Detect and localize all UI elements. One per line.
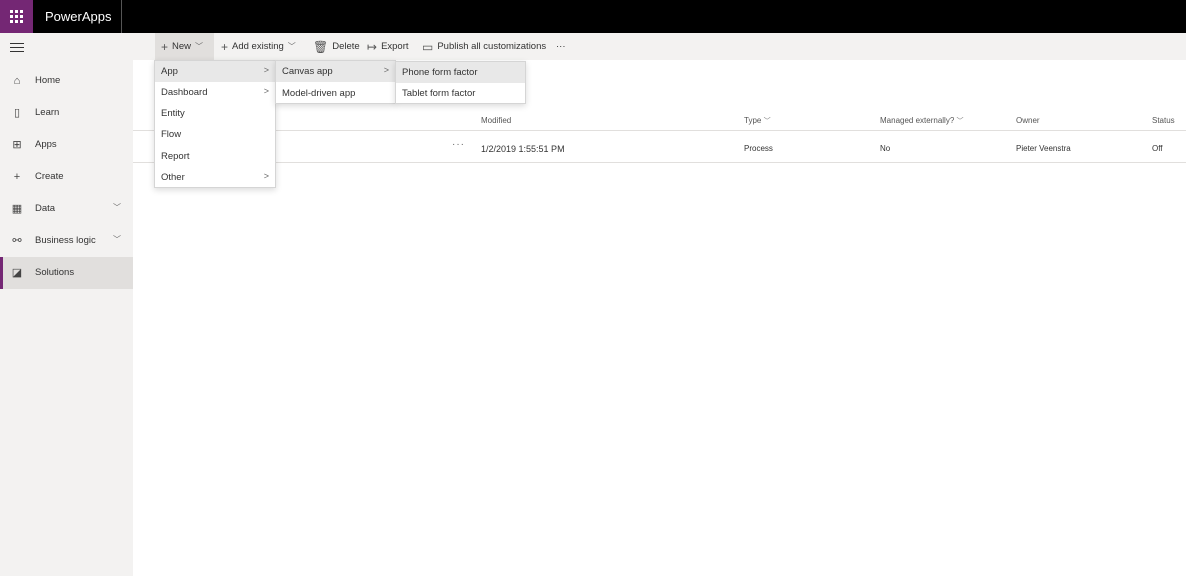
menu-item-label: Entity [161, 108, 185, 119]
menu-item-label: Report [161, 151, 190, 162]
solutions-icon: ◪ [11, 267, 23, 279]
column-header-label: Managed externally? [880, 116, 955, 125]
menu-item-label: Flow [161, 129, 182, 140]
nav-item-solutions[interactable]: ◪ Solutions [0, 257, 133, 289]
nav-item-label: Home [35, 75, 61, 86]
new-button[interactable]: + New ﹀ [155, 33, 214, 60]
export-button[interactable]: ↦ Export [367, 33, 409, 60]
cell-modified: 1/2/2019 1:55:51 PM [481, 144, 565, 154]
left-navigation: ⌂ Home ▯ Learn ⊞ Apps + Create ▦ Data ﹀ … [0, 33, 133, 576]
menu-item-other[interactable]: Other > [155, 167, 275, 188]
column-header-owner[interactable]: Owner [1016, 116, 1040, 125]
chevron-right-icon: > [263, 86, 269, 96]
waffle-icon [10, 10, 23, 23]
nav-item-data[interactable]: ▦ Data ﹀ [0, 193, 133, 225]
apps-icon: ⊞ [12, 139, 22, 151]
chevron-down-icon[interactable]: ﹀ [113, 234, 121, 245]
home-icon: ⌂ [13, 75, 21, 87]
divider [133, 130, 1186, 131]
delete-button[interactable]: 🗑 Delete [313, 33, 360, 60]
nav-item-label: Apps [35, 139, 57, 150]
plus-icon: + [13, 171, 21, 183]
menu-item-dashboard[interactable]: Dashboard > [155, 82, 275, 103]
add-existing-button[interactable]: + Add existing ﹀ [221, 33, 296, 60]
chevron-right-icon: > [263, 65, 269, 75]
app-title[interactable]: PowerApps [45, 9, 111, 24]
more-icon[interactable]: ··· [452, 139, 465, 150]
chevron-down-icon: ﹀ [956, 118, 964, 125]
column-header-managed[interactable]: Managed externally? ﹀ [880, 116, 964, 126]
menu-item-label: Model-driven app [282, 88, 356, 99]
menu-item-report[interactable]: Report [155, 146, 275, 167]
nav-item-label: Create [35, 171, 64, 182]
top-bar: PowerApps [0, 0, 1186, 33]
menu-item-model-driven-app[interactable]: Model-driven app [276, 83, 395, 104]
add-existing-label: Add existing [232, 41, 284, 52]
trash-icon: 🗑 [313, 39, 329, 54]
nav-item-apps[interactable]: ⊞ Apps [0, 129, 133, 161]
menu-item-flow[interactable]: Flow [155, 124, 275, 145]
chevron-down-icon: ﹀ [195, 42, 204, 51]
chevron-right-icon: > [263, 171, 269, 181]
nav-item-label: Solutions [35, 267, 75, 278]
menu-item-label: Tablet form factor [402, 88, 476, 99]
chevron-down-icon: ﹀ [763, 118, 771, 125]
table-icon: ▦ [11, 203, 23, 215]
command-bar: + New ﹀ + Add existing ﹀ 🗑 Delete ↦ Expo… [133, 33, 1186, 60]
column-header-modified[interactable]: Modified [481, 116, 511, 125]
nav-item-create[interactable]: + Create [0, 161, 133, 193]
column-header-type[interactable]: Type ﹀ [744, 116, 771, 126]
divider [121, 0, 122, 33]
app-submenu: Canvas app > Model-driven app [275, 60, 396, 104]
menu-item-canvas-app[interactable]: Canvas app > [276, 61, 395, 82]
new-button-label: New [172, 41, 192, 52]
chevron-down-icon[interactable]: ﹀ [113, 202, 121, 213]
nav-item-learn[interactable]: ▯ Learn [0, 97, 133, 129]
nav-item-label: Data [35, 203, 56, 214]
column-header-label: Type [744, 116, 762, 125]
table-row[interactable]: ··· 1/2/2019 1:55:51 PM Process No Piete… [133, 133, 1186, 163]
menu-item-entity[interactable]: Entity [155, 103, 275, 124]
publish-icon: ▭ [422, 39, 434, 54]
nav-item-label: Business logic [35, 235, 96, 246]
cell-type: Process [744, 144, 773, 153]
publish-label: Publish all customizations [437, 41, 547, 52]
cell-owner: Pieter Veenstra [1016, 144, 1071, 153]
menu-item-label: Canvas app [282, 66, 333, 77]
nav-item-business-logic[interactable]: ⚯ Business logic ﹀ [0, 225, 133, 257]
canvas-app-submenu: Phone form factor Tablet form factor [395, 61, 526, 104]
chevron-right-icon: > [383, 65, 389, 75]
menu-item-label: Phone form factor [402, 67, 478, 78]
hamburger-icon[interactable] [10, 43, 24, 55]
nav-item-label: Learn [35, 107, 60, 118]
plus-icon: + [161, 39, 169, 54]
book-icon: ▯ [13, 107, 21, 119]
menu-item-label: App [161, 66, 178, 77]
flow-icon: ⚯ [12, 235, 22, 247]
column-header-status[interactable]: Status [1152, 116, 1175, 125]
export-label: Export [381, 41, 409, 52]
more-commands-button[interactable]: ··· [556, 33, 566, 60]
plus-icon: + [221, 39, 229, 54]
cell-managed: No [880, 144, 891, 153]
delete-label: Delete [332, 41, 360, 52]
nav-item-home[interactable]: ⌂ Home [0, 65, 133, 97]
menu-item-phone-form-factor[interactable]: Phone form factor [396, 62, 525, 83]
new-dropdown-menu: App > Dashboard > Entity Flow Report Oth… [154, 60, 276, 188]
cell-status: Off [1152, 144, 1163, 153]
menu-item-app[interactable]: App > [155, 61, 275, 82]
export-icon: ↦ [367, 39, 378, 54]
menu-item-label: Other [161, 172, 185, 183]
chevron-down-icon: ﹀ [287, 42, 296, 51]
menu-item-label: Dashboard [161, 87, 208, 98]
publish-all-button[interactable]: ▭ Publish all customizations [422, 33, 546, 60]
menu-item-tablet-form-factor[interactable]: Tablet form factor [396, 83, 525, 104]
more-icon: ··· [556, 41, 566, 52]
app-launcher-button[interactable] [0, 0, 33, 33]
